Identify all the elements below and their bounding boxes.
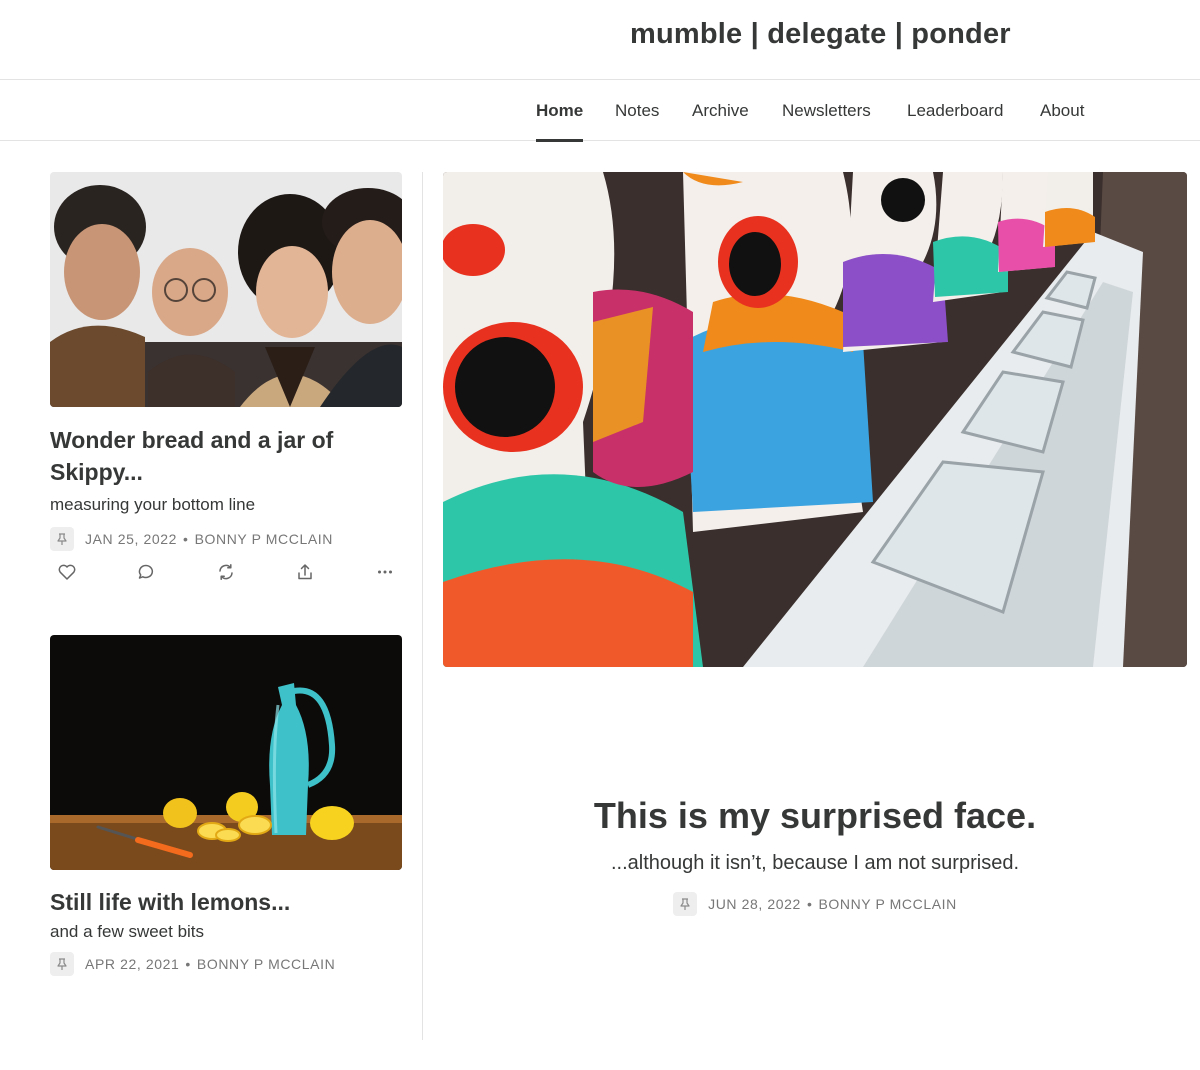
- pin-icon: [50, 952, 74, 976]
- post-meta: APR 22, 2021 • BONNY P MCCLAIN: [50, 952, 402, 976]
- heart-icon[interactable]: [54, 559, 80, 585]
- post-card: Wonder bread and a jar of Skippy... meas…: [50, 172, 402, 585]
- post-author[interactable]: BONNY P MCCLAIN: [195, 531, 333, 547]
- column-divider: [422, 172, 423, 1040]
- post-subtitle: and a few sweet bits: [50, 922, 205, 941]
- pin-icon: [673, 892, 698, 916]
- tab-home[interactable]: Home: [536, 80, 584, 142]
- post-thumbnail-image[interactable]: [50, 635, 402, 870]
- post-card: Still life with lemons... and a few swee…: [50, 635, 402, 976]
- comment-icon[interactable]: [133, 559, 159, 585]
- tab-archive[interactable]: Archive: [692, 80, 749, 141]
- hero-image[interactable]: [443, 172, 1187, 667]
- nav-bar: Home Notes Archive Newsletters Leaderboa…: [0, 80, 1200, 142]
- restack-icon[interactable]: [213, 559, 239, 585]
- pin-icon: [50, 527, 74, 551]
- hero-title[interactable]: This is my surprised face.: [443, 790, 1187, 842]
- share-icon[interactable]: [292, 559, 318, 585]
- hero-author[interactable]: BONNY P MCCLAIN: [818, 896, 956, 912]
- more-icon[interactable]: [372, 559, 398, 585]
- post-thumbnail-image[interactable]: [50, 172, 402, 407]
- hero-subtitle: ...although it isn’t, because I am not s…: [611, 852, 1019, 874]
- tab-newsletters[interactable]: Newsletters: [782, 80, 871, 141]
- meta-separator: •: [185, 956, 191, 972]
- site-title[interactable]: mumble | delegate | ponder: [630, 18, 1011, 51]
- post-title[interactable]: Wonder bread and a jar of Skippy...: [50, 424, 402, 488]
- hero-date: JUN 28, 2022: [708, 896, 801, 912]
- site-header: mumble | delegate | ponder: [0, 0, 1200, 80]
- meta-separator: •: [183, 531, 189, 547]
- post-subtitle: measuring your bottom line: [50, 495, 256, 514]
- post-author[interactable]: BONNY P MCCLAIN: [197, 956, 335, 972]
- hero-meta: JUN 28, 2022 • BONNY P MCCLAIN: [673, 892, 957, 916]
- tab-notes[interactable]: Notes: [615, 80, 659, 141]
- post-actions: [50, 559, 402, 585]
- post-meta: JAN 25, 2022 • BONNY P MCCLAIN: [50, 527, 402, 551]
- meta-separator: •: [806, 896, 813, 912]
- post-date: JAN 25, 2022: [85, 531, 178, 547]
- tab-about[interactable]: About: [1040, 80, 1084, 141]
- tab-leaderboard[interactable]: Leaderboard: [907, 80, 1003, 141]
- hero-text: This is my surprised face. ...although i…: [443, 790, 1187, 916]
- post-date: APR 22, 2021: [85, 956, 180, 972]
- post-title[interactable]: Still life with lemons...: [50, 886, 402, 918]
